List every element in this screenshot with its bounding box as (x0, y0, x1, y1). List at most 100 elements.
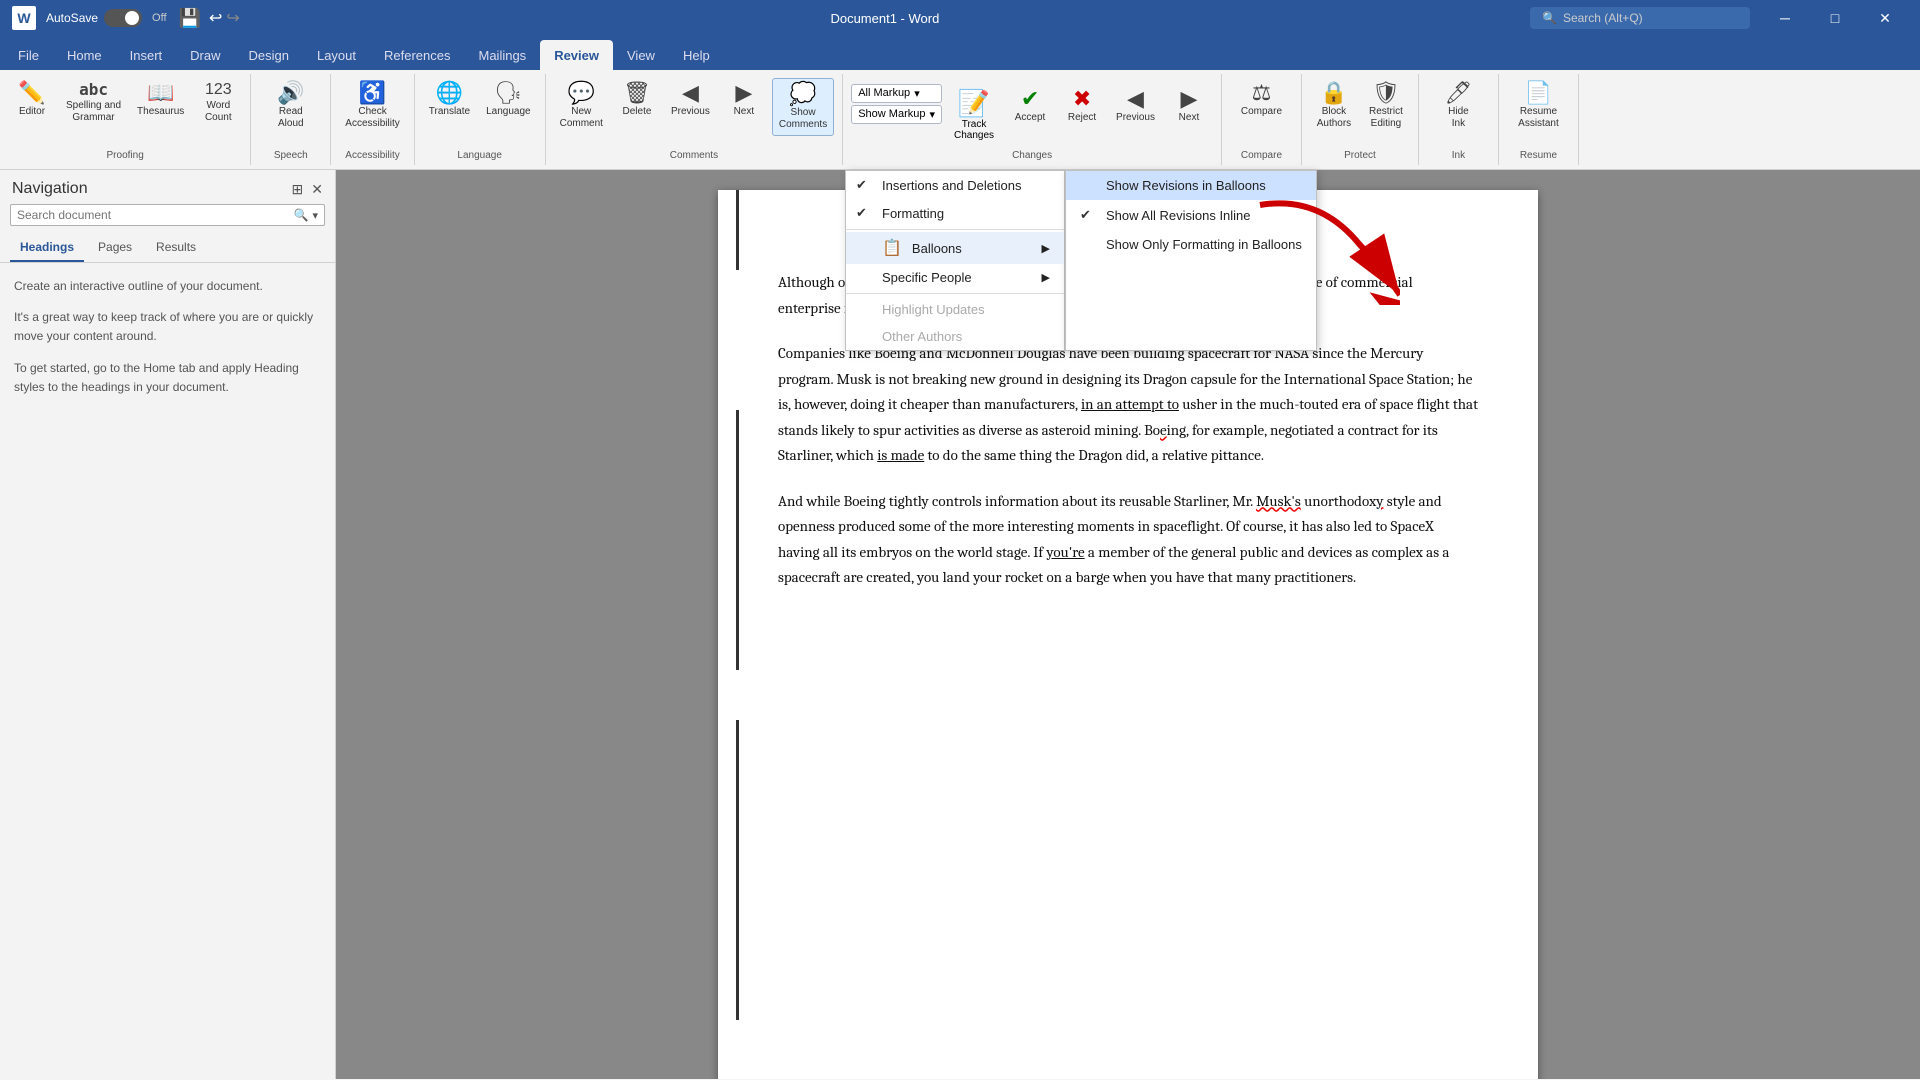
hide-ink-button[interactable]: 🖊 HideInk (1434, 78, 1482, 134)
close-button[interactable]: ✕ (1862, 0, 1908, 36)
reject-icon: ✖ (1073, 88, 1091, 110)
read-aloud-button[interactable]: 🔊 ReadAloud (267, 78, 315, 134)
reject-button[interactable]: ✖ Reject (1058, 84, 1106, 145)
tab-insert[interactable]: Insert (116, 40, 177, 70)
save-icon[interactable]: 💾 (179, 8, 201, 29)
ribbon-group-language: 🌐 Translate 🗣 Language Language (415, 74, 546, 165)
show-comments-button[interactable]: 💭 ShowComments (772, 78, 834, 136)
musk-link-text: Musk's (1256, 492, 1301, 510)
nav-expand-icon[interactable]: ⊞ (292, 181, 304, 198)
all-inline-check: ✔ (1080, 207, 1096, 223)
undo-icon[interactable]: ↩ (209, 8, 222, 28)
language-group-label: Language (457, 150, 502, 165)
specific-people-item[interactable]: Specific People ▶ (846, 264, 1064, 291)
youre-text: you're (1046, 543, 1084, 561)
block-authors-button[interactable]: 🔒 BlockAuthors (1310, 78, 1358, 134)
new-comment-button[interactable]: 💬 NewComment (554, 78, 609, 134)
speech-group-label: Speech (274, 150, 308, 165)
minimize-button[interactable]: ─ (1762, 0, 1808, 36)
nav-tab-results[interactable]: Results (146, 234, 206, 262)
formatting-item[interactable]: ✔ Formatting (846, 199, 1064, 227)
word-count-button[interactable]: 123 WordCount (194, 78, 242, 128)
track-changes-button[interactable]: 📝 TrackChanges (946, 84, 1002, 145)
show-all-inline-item[interactable]: ✔ Show All Revisions Inline (1066, 200, 1316, 230)
accept-button[interactable]: ✔ Accept (1006, 84, 1054, 145)
tab-view[interactable]: View (613, 40, 669, 70)
translate-button[interactable]: 🌐 Translate (423, 78, 476, 122)
next-comment-button[interactable]: ▶ Next (720, 78, 768, 122)
thesaurus-icon: 📖 (147, 82, 174, 104)
balloons-item[interactable]: 📋 Balloons ▶ (846, 232, 1064, 264)
compare-group-label: Compare (1241, 150, 1282, 165)
next-change-icon: ▶ (1180, 88, 1197, 110)
tab-home[interactable]: Home (53, 40, 116, 70)
autosave-toggle[interactable] (104, 9, 142, 27)
underline-text-2: in an attempt to (1081, 395, 1179, 413)
toggle-knob (125, 11, 139, 25)
nav-search-bar[interactable]: 🔍 ▾ (10, 204, 325, 226)
insertions-check: ✔ (856, 177, 872, 193)
language-icon: 🗣 (494, 82, 522, 104)
previous-comment-button[interactable]: ◀ Previous (665, 78, 716, 122)
title-search-box[interactable]: 🔍 Search (Alt+Q) (1530, 7, 1750, 29)
tab-mailings[interactable]: Mailings (465, 40, 541, 70)
show-markup-button[interactable]: Show Markup ▾ (851, 105, 942, 124)
tab-file[interactable]: File (4, 40, 53, 70)
restrict-editing-button[interactable]: 🛡 RestrictEditing (1362, 78, 1410, 134)
show-markup-dropdown-container: ✔ Insertions and Deletions ✔ Formatting … (845, 170, 1317, 351)
resume-items: 📄 ResumeAssistant (1512, 74, 1565, 150)
maximize-button[interactable]: □ (1812, 0, 1858, 36)
highlight-updates-item: Highlight Updates (846, 296, 1064, 323)
all-markup-dropdown[interactable]: All Markup ▾ (851, 84, 942, 103)
prev-change-icon: ◀ (1127, 88, 1144, 110)
change-bar-1 (736, 190, 739, 270)
ribbon-group-comments: 💬 NewComment 🗑 Delete ◀ Previous ▶ Next … (546, 74, 844, 165)
language-button[interactable]: 🗣 Language (480, 78, 537, 122)
tab-draw[interactable]: Draw (176, 40, 234, 70)
resume-assistant-button[interactable]: 📄 ResumeAssistant (1512, 78, 1565, 134)
next-change-button[interactable]: ▶ Next (1165, 84, 1213, 145)
hide-ink-icon: 🖊 (1444, 82, 1472, 104)
editor-button[interactable]: ✏️ Editor (8, 78, 56, 122)
tab-design[interactable]: Design (235, 40, 303, 70)
nav-search-input[interactable] (17, 208, 290, 222)
previous-change-button[interactable]: ◀ Previous (1110, 84, 1161, 145)
reject-label: Reject (1068, 112, 1096, 124)
compare-icon: ⚖ (1252, 82, 1272, 104)
change-bar-2 (736, 410, 739, 670)
nav-search-icon[interactable]: 🔍 (294, 208, 309, 222)
highlight-updates-label: Highlight Updates (882, 302, 985, 317)
compare-button[interactable]: ⚖ Compare (1235, 78, 1288, 122)
show-revisions-balloons-item[interactable]: Show Revisions in Balloons (1066, 171, 1316, 200)
show-only-formatting-item[interactable]: Show Only Formatting in Balloons (1066, 230, 1316, 259)
balloons-submenu: Show Revisions in Balloons ✔ Show All Re… (1065, 170, 1317, 351)
thesaurus-label: Thesaurus (137, 106, 184, 118)
previous-label: Previous (671, 106, 710, 118)
nav-tab-pages[interactable]: Pages (88, 234, 142, 262)
nav-tab-headings[interactable]: Headings (10, 234, 84, 262)
resume-label: ResumeAssistant (1518, 106, 1559, 130)
thesaurus-button[interactable]: 📖 Thesaurus (131, 78, 190, 122)
word-count-icon: 123 (205, 82, 232, 98)
title-bar: W AutoSave Off 💾 ↩ ↪ Document1 - Word 🔍 … (0, 0, 1920, 36)
squiggly-text-1: e (1160, 421, 1167, 439)
spelling-grammar-button[interactable]: abc Spelling andGrammar (60, 78, 127, 128)
insertions-deletions-item[interactable]: ✔ Insertions and Deletions (846, 171, 1064, 199)
tab-help[interactable]: Help (669, 40, 724, 70)
read-aloud-label: ReadAloud (278, 106, 304, 130)
ribbon-tab-bar: File Home Insert Draw Design Layout Refe… (0, 36, 1920, 70)
redo-icon[interactable]: ↪ (226, 8, 239, 28)
tab-review[interactable]: Review (540, 40, 613, 70)
delete-comment-button[interactable]: 🗑 Delete (613, 78, 661, 122)
nav-search-dropdown[interactable]: ▾ (312, 209, 318, 222)
check-accessibility-button[interactable]: ♿ CheckAccessibility (339, 78, 405, 134)
word-logo: W (12, 6, 36, 30)
word-count-label: WordCount (205, 100, 232, 124)
delete-label: Delete (623, 106, 652, 118)
tab-layout[interactable]: Layout (303, 40, 370, 70)
nav-close-icon[interactable]: ✕ (311, 181, 323, 198)
changes-top-row: All Markup ▾ Show Markup ▾ 📝 TrackChange… (851, 84, 1213, 145)
tab-references[interactable]: References (370, 40, 464, 70)
squiggly-text-2: y (1376, 492, 1383, 510)
editor-icon: ✏️ (18, 82, 45, 104)
